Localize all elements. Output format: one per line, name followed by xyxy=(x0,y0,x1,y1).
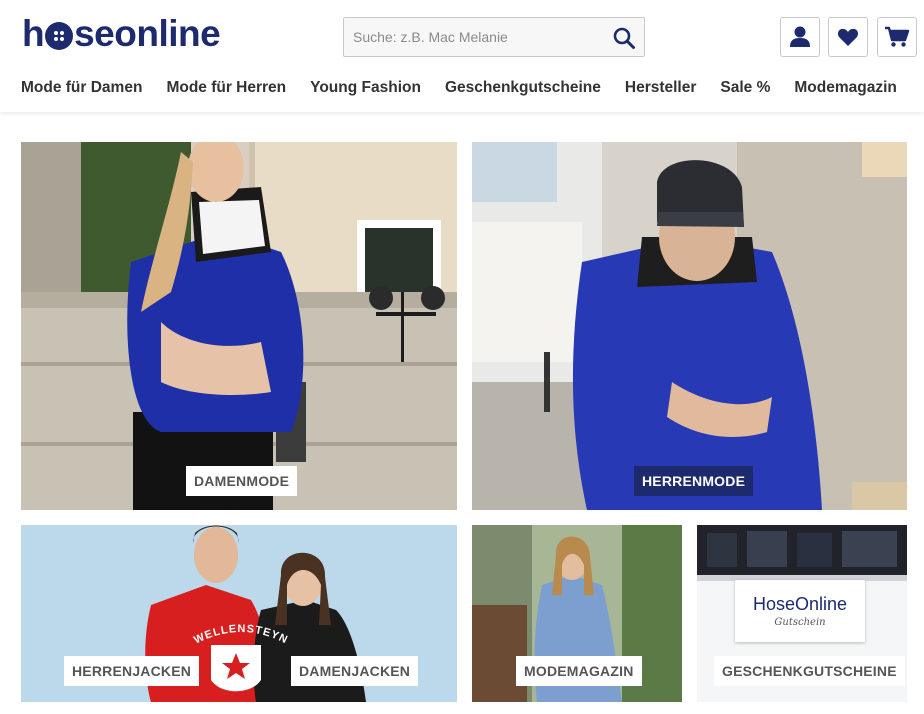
cart-button[interactable] xyxy=(877,17,917,57)
main-navigation: Mode für Damen Mode für Herren Young Fas… xyxy=(21,79,897,99)
search-box xyxy=(343,17,645,57)
nav-item-young-fashion[interactable]: Young Fashion xyxy=(310,79,421,99)
damenmode-photo xyxy=(21,142,457,510)
tile-modemagazin[interactable]: MODEMAGAZIN xyxy=(472,525,682,702)
logo-text-end: seonline xyxy=(74,13,221,54)
search-button[interactable] xyxy=(610,24,638,52)
tile-damenmode[interactable]: DAMENMODE xyxy=(21,142,457,510)
search-input[interactable] xyxy=(344,18,604,56)
search-icon xyxy=(613,27,635,49)
account-button[interactable] xyxy=(780,17,820,57)
tile-jacken: WELLENSTEYN HERRENJACKEN DAMENJACKEN xyxy=(21,525,457,702)
tile-label-herrenjacken[interactable]: HERRENJACKEN xyxy=(64,656,200,686)
tile-herrenmode[interactable]: HERRENMODE xyxy=(472,142,907,510)
nav-item-sale[interactable]: Sale % xyxy=(720,79,770,99)
gutschein-card: HoseOnline Gutschein xyxy=(735,580,865,642)
heart-icon xyxy=(837,28,859,46)
wishlist-button[interactable] xyxy=(828,17,868,57)
tile-geschenkgutscheine[interactable]: HoseOnline Gutschein GESCHENKGUTSCHEINE xyxy=(697,525,907,702)
button-logo-icon xyxy=(45,22,74,50)
site-header: h seonline Mode für Damen xyxy=(0,0,924,112)
nav-item-mode-fuer-herren[interactable]: Mode für Herren xyxy=(166,79,286,99)
gutschein-card-title: HoseOnline xyxy=(752,594,848,614)
tile-label-herrenmode: HERRENMODE xyxy=(634,466,754,496)
cart-icon xyxy=(885,26,910,47)
nav-item-hersteller[interactable]: Hersteller xyxy=(625,79,697,99)
nav-item-mode-fuer-damen[interactable]: Mode für Damen xyxy=(21,79,142,99)
gutschein-card-subtitle: Gutschein xyxy=(774,617,826,628)
nav-item-modemagazin[interactable]: Modemagazin xyxy=(794,79,896,99)
tile-label-damenmode: DAMENMODE xyxy=(186,466,298,496)
svg-text:WELLENSTEYN: WELLENSTEYN xyxy=(192,623,290,647)
jacket-brand-text: WELLENSTEYN xyxy=(192,623,289,647)
nav-item-geschenkgutscheine[interactable]: Geschenkgutscheine xyxy=(445,79,601,99)
site-logo[interactable]: h seonline xyxy=(22,13,221,54)
herrenmode-photo xyxy=(472,142,907,510)
tile-label-geschenkgutscheine: GESCHENKGUTSCHEINE xyxy=(714,656,905,686)
tile-label-damenjacken[interactable]: DAMENJACKEN xyxy=(291,656,419,686)
tile-label-modemagazin: MODEMAGAZIN xyxy=(516,656,642,686)
logo-text-start: h xyxy=(22,13,45,54)
jacket-brand-print: WELLENSTEYN xyxy=(192,623,290,647)
user-icon xyxy=(790,26,810,47)
